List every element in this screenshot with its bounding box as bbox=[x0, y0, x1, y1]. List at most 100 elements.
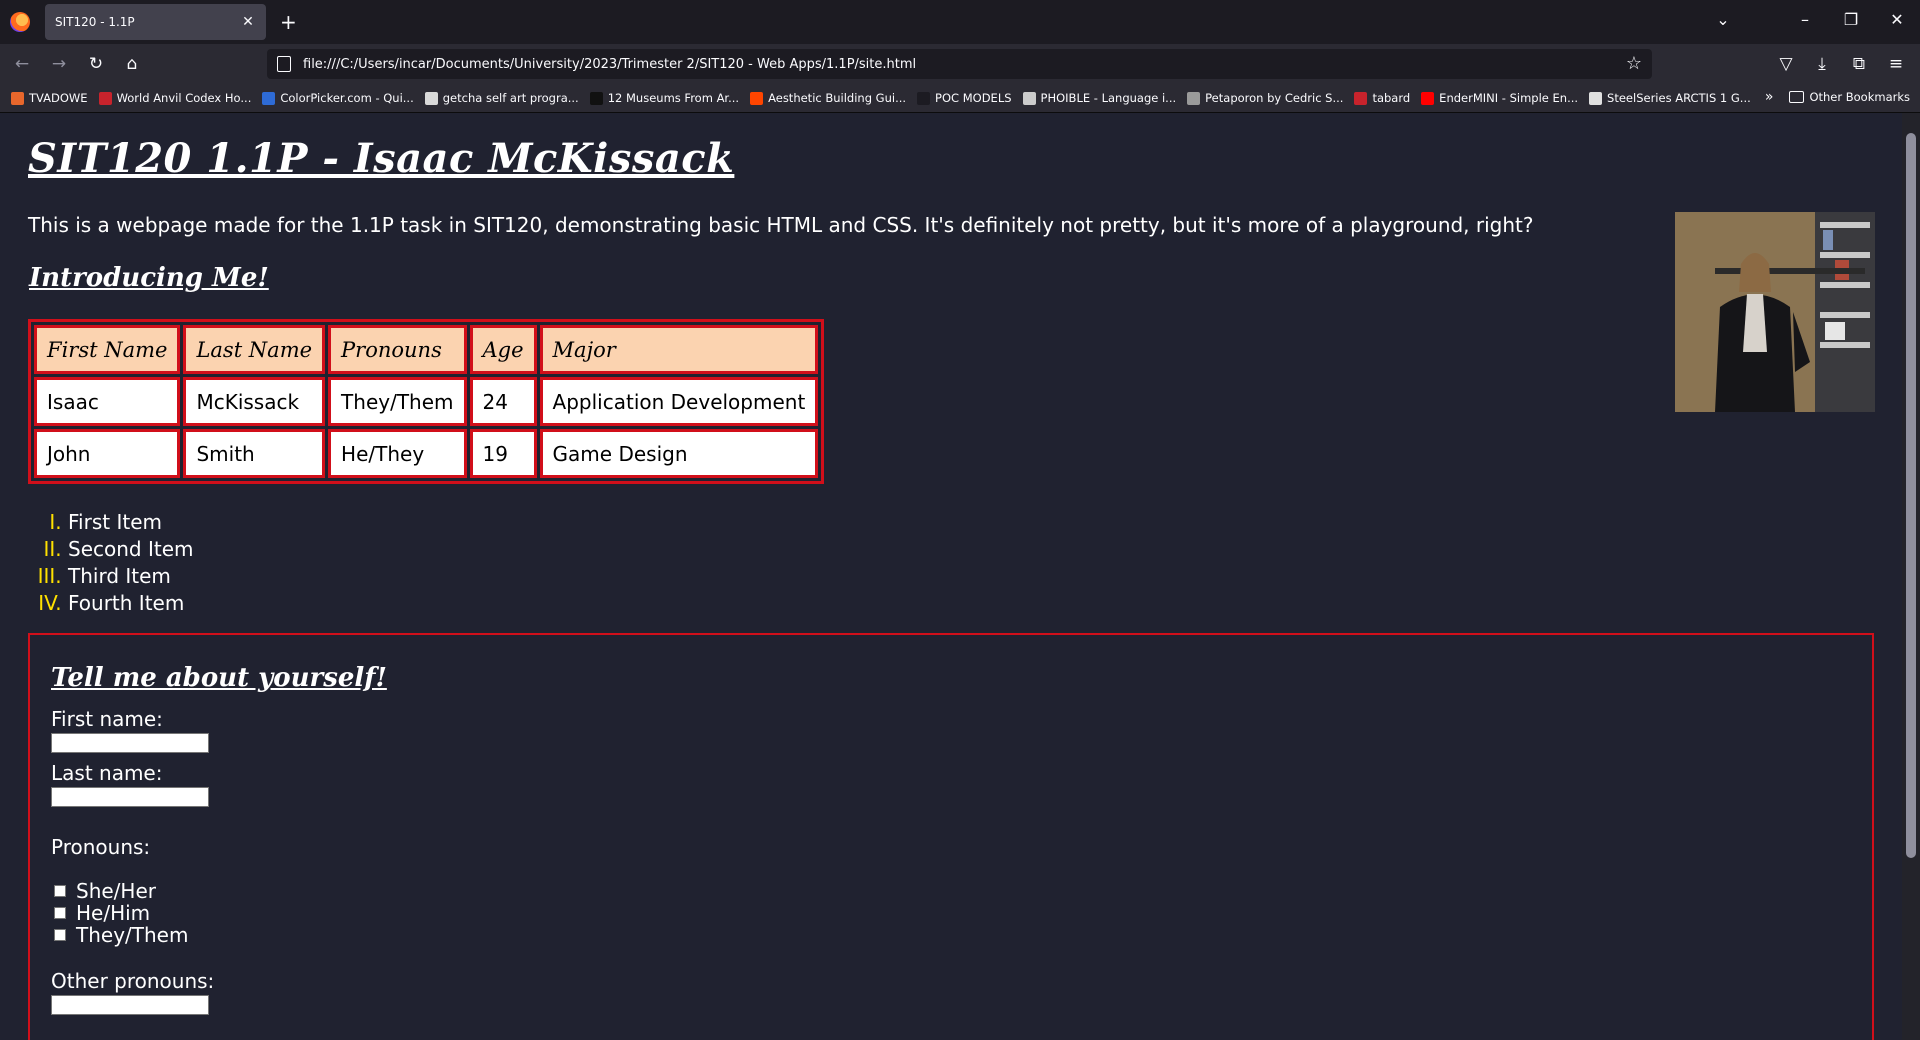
pronoun-checkbox[interactable] bbox=[54, 929, 66, 941]
page-scrollbar[interactable] bbox=[1902, 113, 1920, 1040]
bookmark-favicon-icon bbox=[1421, 91, 1435, 105]
table-cell: They/Them bbox=[328, 377, 467, 426]
bookmark-item[interactable]: getcha self art progra... bbox=[424, 91, 579, 105]
table-cell: Isaac bbox=[34, 377, 181, 426]
bookmarks-overflow: » Other Bookmarks bbox=[1765, 89, 1910, 105]
bookmark-label: EnderMINI - Simple En... bbox=[1439, 91, 1579, 105]
bookmark-label: ColorPicker.com - Qui... bbox=[280, 91, 414, 105]
about-form: Tell me about yourself! First name: Last… bbox=[28, 633, 1874, 1040]
menu-icon[interactable]: ≡ bbox=[1882, 52, 1910, 76]
page-content: SIT120 1.1P - Isaac McKissack This is a … bbox=[0, 113, 1902, 1040]
last-name-label: Last name: bbox=[51, 761, 163, 785]
table-row: John Smith He/They 19 Game Design bbox=[34, 429, 819, 478]
table-cell: He/They bbox=[328, 429, 467, 478]
bookmark-label: Petaporon by Cedric S... bbox=[1205, 91, 1344, 105]
bookmark-favicon-icon bbox=[424, 91, 438, 105]
bookmark-item[interactable]: Petaporon by Cedric S... bbox=[1187, 91, 1343, 105]
form-title: Tell me about yourself! bbox=[51, 663, 387, 693]
bookmark-label: getcha self art progra... bbox=[442, 91, 579, 105]
bookmark-item[interactable]: TVADOWE bbox=[11, 91, 88, 105]
bookmark-label: World Anvil Codex Ho... bbox=[116, 91, 252, 105]
numbered-list: First ItemSecond ItemThird ItemFourth It… bbox=[28, 509, 194, 617]
pronoun-option[interactable]: They/Them bbox=[54, 923, 188, 947]
profile-photo bbox=[1675, 212, 1875, 412]
table-header-cell: Last Name bbox=[183, 325, 326, 374]
pronoun-option[interactable]: He/Him bbox=[54, 901, 150, 925]
tab-close-icon[interactable]: ✕ bbox=[238, 14, 258, 30]
bookmark-item[interactable]: EnderMINI - Simple En... bbox=[1421, 91, 1578, 105]
bookmark-favicon-icon bbox=[1187, 91, 1201, 105]
intro-paragraph: This is a webpage made for the 1.1P task… bbox=[28, 213, 1534, 237]
bookmark-favicon-icon bbox=[589, 91, 603, 105]
pronoun-checkbox[interactable] bbox=[54, 885, 66, 897]
bookmark-item[interactable]: PHOIBLE - Language i... bbox=[1022, 91, 1176, 105]
url-bar[interactable]: file:///C:/Users/incar/Documents/Univers… bbox=[267, 49, 1652, 79]
firefox-logo-icon[interactable] bbox=[10, 12, 30, 32]
pronoun-option[interactable]: She/Her bbox=[54, 879, 156, 903]
list-item: Fourth Item bbox=[68, 590, 194, 617]
table-header-cell: First Name bbox=[34, 325, 181, 374]
bookmark-label: tabard bbox=[1372, 91, 1411, 105]
pronoun-option-label: He/Him bbox=[76, 901, 151, 925]
table-header-row: First Name Last Name Pronouns Age Major bbox=[34, 325, 819, 374]
forward-icon[interactable]: → bbox=[45, 52, 73, 76]
last-name-field[interactable] bbox=[51, 787, 209, 807]
other-bookmarks-label[interactable]: Other Bookmarks bbox=[1809, 90, 1910, 104]
bookmark-item[interactable]: ColorPicker.com - Qui... bbox=[262, 91, 414, 105]
url-text[interactable]: file:///C:/Users/incar/Documents/Univers… bbox=[303, 57, 916, 72]
table-cell: Game Design bbox=[539, 429, 819, 478]
other-pronouns-field[interactable] bbox=[51, 995, 209, 1015]
bookmark-favicon-icon bbox=[1022, 91, 1036, 105]
section-heading: Introducing Me! bbox=[29, 263, 269, 293]
bookmark-star-icon[interactable]: ☆ bbox=[1626, 53, 1642, 74]
list-all-tabs-icon[interactable]: ⌄ bbox=[1708, 10, 1738, 29]
extensions-icon[interactable]: ⧉ bbox=[1845, 52, 1873, 76]
bookmark-favicon-icon bbox=[750, 91, 764, 105]
first-name-field[interactable] bbox=[51, 733, 209, 753]
list-item: First Item bbox=[68, 509, 194, 536]
page-info-icon[interactable] bbox=[277, 56, 291, 72]
bookmark-favicon-icon bbox=[1354, 91, 1368, 105]
minimize-icon[interactable]: – bbox=[1790, 10, 1820, 29]
bookmark-item[interactable]: 12 Museums From Ar... bbox=[589, 91, 739, 105]
tab-active[interactable]: SIT120 - 1.1P ✕ bbox=[45, 4, 266, 40]
back-icon[interactable]: ← bbox=[8, 52, 36, 76]
home-icon[interactable]: ⌂ bbox=[118, 52, 146, 76]
restore-icon[interactable]: ❐ bbox=[1836, 10, 1866, 29]
scrollbar-thumb[interactable] bbox=[1906, 133, 1916, 858]
people-table: First Name Last Name Pronouns Age Major Isaa… bbox=[28, 319, 825, 484]
bookmark-item[interactable]: World Anvil Codex Ho... bbox=[98, 91, 252, 105]
navigation-toolbar: ← → ↻ ⌂ file:///C:/Users/incar/Documents… bbox=[0, 44, 1920, 84]
pronoun-option-label: They/Them bbox=[76, 923, 189, 947]
pronoun-checkbox[interactable] bbox=[54, 907, 66, 919]
bookmark-label: POC MODELS bbox=[935, 91, 1012, 105]
close-window-icon[interactable]: ✕ bbox=[1882, 10, 1912, 29]
downloads-icon[interactable]: ⤓ bbox=[1808, 52, 1836, 76]
list-item: Second Item bbox=[68, 536, 194, 563]
bookmark-label: TVADOWE bbox=[29, 91, 88, 105]
first-name-label: First name: bbox=[51, 707, 163, 731]
bookmark-favicon-icon bbox=[11, 91, 24, 105]
bookmark-item[interactable]: POC MODELS bbox=[917, 91, 1012, 105]
table-cell: Application Development bbox=[539, 377, 819, 426]
table-header-cell: Major bbox=[539, 325, 819, 374]
pronoun-option-label: She/Her bbox=[76, 879, 156, 903]
bookmark-favicon-icon bbox=[917, 91, 931, 105]
table-cell: John bbox=[34, 429, 181, 478]
tab-bar: SIT120 - 1.1P ✕ + ⌄ – ❐ ✕ bbox=[0, 0, 1920, 44]
pocket-icon[interactable]: ▽ bbox=[1772, 52, 1800, 76]
bookmark-favicon-icon bbox=[262, 91, 276, 105]
table-header-cell: Age bbox=[469, 325, 537, 374]
list-item: Third Item bbox=[68, 563, 194, 590]
table-row: Isaac McKissack They/Them 24 Application Dev… bbox=[34, 377, 819, 426]
bookmark-favicon-icon bbox=[98, 91, 112, 105]
bookmark-item[interactable]: tabard bbox=[1354, 91, 1410, 105]
chevron-double-right-icon[interactable]: » bbox=[1765, 89, 1774, 105]
reload-icon[interactable]: ↻ bbox=[82, 52, 110, 76]
new-tab-icon[interactable]: + bbox=[280, 10, 297, 34]
other-pronouns-label: Other pronouns: bbox=[51, 969, 215, 993]
table-cell: 19 bbox=[469, 429, 537, 478]
bookmark-item[interactable]: SteelSeries ARCTIS 1 G... bbox=[1589, 91, 1751, 105]
table-body: Isaac McKissack They/Them 24 Application Dev… bbox=[34, 377, 819, 478]
bookmark-item[interactable]: Aesthetic Building Gui... bbox=[750, 91, 906, 105]
